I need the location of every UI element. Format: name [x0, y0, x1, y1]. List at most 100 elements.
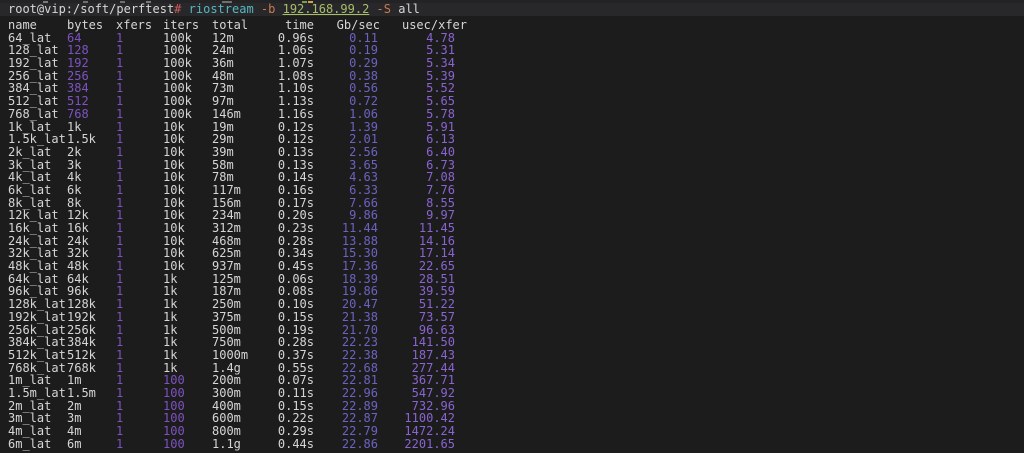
- cell-xfers: 1: [116, 373, 124, 388]
- cell-gb-sec: 1.06: [349, 106, 378, 121]
- cell-name: 1.5m_lat: [8, 385, 66, 400]
- previous-line-fragment: [227, 1, 232, 3]
- cell-iters: 100k: [163, 94, 192, 109]
- cell-time: 0.15s: [277, 309, 314, 324]
- cell-total: 300m: [212, 385, 241, 400]
- cell-xfers: 1: [116, 119, 124, 134]
- cell-xfers: 1: [116, 411, 124, 426]
- cell-bytes: 48k: [67, 259, 89, 274]
- cell-name: 128k_lat: [8, 297, 66, 312]
- cell-usec-xfer: 547.92: [411, 385, 455, 400]
- table-row: 192_lat 192 1 100k 36m 1.07s 0.29 5.34: [8, 57, 1024, 70]
- column-header-xfers: xfers: [116, 18, 153, 32]
- table-row: 96k_lat 96k 1 1k 187m 0.08s 19.86 39.59: [8, 285, 1024, 298]
- cell-name: 192k_lat: [8, 309, 66, 324]
- clipped-previous-line: [0, 0, 1024, 3]
- terminal-window[interactable]: root@vip:/soft/perftest# riostream -b 19…: [0, 0, 1024, 453]
- cell-xfers: 1: [116, 144, 124, 159]
- cell-usec-xfer: 11.45: [418, 221, 455, 235]
- table-row: 48k_lat 48k 1 10k 937m 0.45s 17.36 22.65: [8, 260, 1024, 273]
- cell-gb-sec: 22.38: [341, 347, 378, 362]
- cell-total: 800m: [212, 424, 241, 438]
- cell-total: 375m: [212, 309, 241, 324]
- prompt-segment-fg: [369, 2, 376, 16]
- cell-xfers: 1: [116, 157, 124, 172]
- cell-usec-xfer: 5.78: [426, 106, 455, 121]
- cell-gb-sec: 0.29: [349, 56, 378, 71]
- table-row: 384k_lat 384k 1 1k 750m 0.28s 22.23 141.50: [8, 336, 1024, 349]
- cell-usec-xfer: 22.65: [418, 259, 455, 274]
- cell-xfers: 1: [116, 68, 124, 83]
- cell-iters: 100: [163, 385, 185, 400]
- cell-gb-sec: 2.56: [349, 144, 378, 159]
- cell-time: 0.28s: [277, 335, 314, 350]
- cell-bytes: 16k: [67, 221, 89, 235]
- cell-gb-sec: 20.47: [341, 297, 378, 312]
- cell-total: 117m: [212, 182, 241, 197]
- column-header-usec-xfer: usec/xfer: [401, 18, 467, 32]
- cell-usec-xfer: 7.76: [426, 182, 455, 197]
- prompt-segment-fg: [254, 2, 261, 16]
- cell-bytes: 192k: [67, 309, 96, 324]
- cell-xfers: 1: [116, 56, 124, 71]
- previous-line-fragment: [83, 1, 88, 3]
- cell-time: 0.10s: [277, 297, 314, 312]
- cell-iters: 10k: [163, 221, 185, 235]
- column-header-time: time: [285, 18, 314, 32]
- table-row: 512k_lat 512k 1 1k 1000m 0.37s 22.38 187.43: [8, 349, 1024, 362]
- previous-line-fragment: [43, 1, 48, 3]
- cell-xfers: 1: [116, 335, 124, 350]
- cell-name: 6k_lat: [8, 182, 52, 197]
- cell-name: 192_lat: [8, 56, 59, 71]
- column-header-gb-sec: Gb/sec: [336, 18, 380, 32]
- cell-usec-xfer: 5.34: [426, 56, 455, 71]
- cell-iters: 10k: [163, 259, 185, 274]
- table-header-row: name bytes xfers iters total time Gb/sec usec/x…: [8, 19, 1024, 32]
- cell-bytes: 192: [67, 56, 89, 71]
- cell-time: 0.16s: [277, 182, 314, 197]
- cell-xfers: 1: [116, 233, 124, 248]
- cell-xfers: 1: [116, 182, 124, 197]
- cell-time: 0.23s: [277, 221, 314, 235]
- riostream-output: name bytes xfers iters total time Gb/sec usec/x…: [0, 16, 1024, 450]
- cell-iters: 1k: [163, 309, 178, 324]
- table-row: 64k_lat 64k 1 1k 125m 0.06s 18.39 28.51: [8, 273, 1024, 286]
- cell-usec-xfer: 2201.65: [404, 436, 455, 451]
- cell-name: 512_lat: [8, 94, 59, 109]
- table-row: 3m_lat 3m 1 100 600m 0.22s 22.87 1100.42: [8, 412, 1024, 425]
- cell-name: 768_lat: [8, 106, 59, 121]
- cell-total: 1000m: [212, 347, 249, 362]
- cell-gb-sec: 22.23: [341, 335, 378, 350]
- table-row: 1m_lat 1m 1 100 200m 0.07s 22.81 367.71: [8, 374, 1024, 387]
- table-row: 8k_lat 8k 1 10k 156m 0.17s 7.66 8.55: [8, 196, 1024, 210]
- cell-xfers: 1: [116, 385, 124, 400]
- cell-total: 250m: [212, 297, 241, 312]
- cell-usec-xfer: 187.43: [411, 347, 455, 362]
- cell-total: 146m: [212, 106, 241, 121]
- prompt-segment-flag: -S: [376, 2, 391, 16]
- cell-xfers: 1: [116, 284, 124, 299]
- table-row: 64_lat 64 1 100k 12m 0.96s 0.11 4.78: [8, 31, 1024, 45]
- cell-iters: 1k: [163, 297, 178, 312]
- cell-xfers: 1: [116, 43, 124, 58]
- cell-gb-sec: 22.79: [341, 424, 378, 438]
- cell-usec-xfer: 6.40: [426, 144, 455, 159]
- table-row: 768_lat 768 1 100k 146m 1.16s 1.06 5.78: [8, 108, 1024, 121]
- table-row: 256_lat 256 1 100k 48m 1.08s 0.38 5.39: [8, 70, 1024, 83]
- cell-name: 4m_lat: [8, 424, 52, 438]
- cell-usec-xfer: 1472.24: [404, 424, 455, 438]
- cell-gb-sec: 2.01: [349, 132, 378, 147]
- prompt-line: root@vip:/soft/perftest# riostream -b 19…: [0, 3, 1024, 16]
- cell-xfers: 1: [116, 360, 124, 375]
- cell-usec-xfer: 5.65: [426, 94, 455, 109]
- cell-time: 0.44s: [277, 436, 314, 451]
- cell-xfers: 1: [116, 94, 124, 109]
- cell-name: 512k_lat: [8, 347, 66, 362]
- cell-xfers: 1: [116, 221, 124, 235]
- cell-total: 312m: [212, 221, 241, 235]
- table-row: 16k_lat 16k 1 10k 312m 0.23s 11.44 11.45: [8, 222, 1024, 235]
- cell-xfers: 1: [116, 347, 124, 362]
- cell-total: 29m: [212, 132, 234, 147]
- cell-time: 0.29s: [277, 424, 314, 438]
- previous-line-fragment: [120, 1, 125, 3]
